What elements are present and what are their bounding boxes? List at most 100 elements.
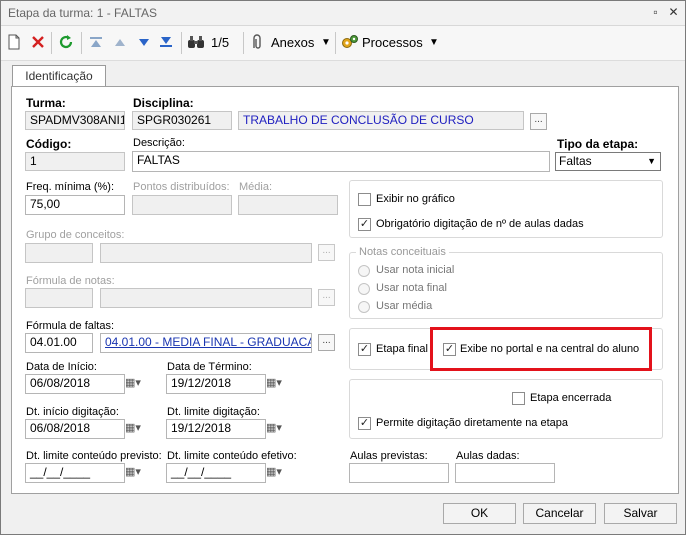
usar-media-label: Usar média [376,300,433,312]
toolbar-separator [335,32,336,54]
descricao-label: Descrição: [133,137,185,149]
permite-digitacao-checkbox[interactable]: ✓ [358,417,371,430]
permite-digitacao-label: Permite digitação diretamente na etapa [376,417,569,429]
etapa-final-label: Etapa final [376,343,428,355]
anexos-menu-button[interactable]: Anexos [271,34,314,52]
toolbar-separator [81,32,82,54]
record-counter: 1/5 [211,35,230,50]
highlight-box [430,327,652,371]
tipo-etapa-value: Faltas [559,154,592,168]
grupo-conceitos-name-field[interactable] [100,243,312,263]
tipo-etapa-label: Tipo da etapa: [557,137,639,151]
data-inicio-input[interactable]: 06/08/2018 [25,374,125,394]
dt-limite-efetivo-label: Dt. limite conteúdo efetivo: [167,450,297,462]
chevron-down-icon[interactable]: ▼ [321,34,331,52]
media-label: Média: [239,181,273,193]
notas-conceituais-legend: Notas conceituais [356,246,449,258]
first-record-icon[interactable] [89,34,103,52]
title-bar: Etapa da turma: 1 - FALTAS ▫ ✕ [1,1,685,26]
formula-faltas-code-input[interactable]: 04.01.00 [25,333,93,353]
grupo-conceitos-lookup-button[interactable]: ... [318,244,335,261]
turma-label: Turma: [26,96,66,110]
dt-limite-previsto-label: Dt. limite conteúdo previsto: [26,450,162,462]
disciplina-lookup-button[interactable]: ... [530,113,547,130]
tab-identificacao[interactable]: Identificação [12,65,106,88]
refresh-icon[interactable] [58,34,74,52]
usar-nota-inicial-radio[interactable] [358,265,370,277]
turma-field[interactable]: SPADMV308ANI1 [25,111,125,130]
disciplina-label: Disciplina: [133,96,194,110]
calendar-icon[interactable]: ▦▾ [125,375,153,392]
codigo-field[interactable]: 1 [25,152,125,171]
toolbar: 1/5 Anexos ▼ Processos ▼ [1,26,685,61]
last-record-icon[interactable] [159,34,173,52]
toolbar-separator [51,32,52,54]
disciplina-code-field[interactable]: SPGR030261 [132,111,232,130]
data-termino-input[interactable]: 19/12/2018 [166,374,266,394]
delete-icon[interactable] [31,34,45,52]
data-inicio-label: Data de Início: [26,361,97,373]
calendar-icon[interactable]: ▦▾ [266,464,294,481]
obrigatorio-checkbox[interactable]: ✓ [358,218,371,231]
grupo-conceitos-code-field[interactable] [25,243,93,263]
dt-limite-previsto-input[interactable]: __/__/____ [25,463,125,483]
tab-bar: Identificação [1,61,685,88]
next-record-icon[interactable] [137,34,151,52]
grafico-options-group: Exibir no gráfico ✓ Obrigatório digitaçã… [349,180,663,238]
cancel-button[interactable]: Cancelar [523,503,596,524]
formula-notas-code-field[interactable] [25,288,93,308]
window-title: Etapa da turma: 1 - FALTAS [8,6,157,20]
close-icon[interactable]: ✕ [666,5,681,20]
attachment-icon[interactable] [250,34,264,52]
freq-minima-input[interactable]: 75,00 [25,195,125,215]
aulas-previstas-label: Aulas previstas: [350,450,428,462]
descricao-input[interactable]: FALTAS [132,151,550,172]
calendar-icon[interactable]: ▦▾ [125,464,153,481]
exibir-grafico-checkbox[interactable] [358,193,371,206]
etapa-encerrada-label: Etapa encerrada [530,392,612,404]
exibir-grafico-label: Exibir no gráfico [376,193,455,205]
aulas-dadas-label: Aulas dadas: [456,450,520,462]
calendar-icon[interactable]: ▦▾ [266,420,294,437]
save-button[interactable]: Salvar [604,503,677,524]
dt-inicio-digitacao-input[interactable]: 06/08/2018 [25,419,125,439]
calendar-icon[interactable]: ▦▾ [266,375,294,392]
aulas-dadas-input[interactable] [455,463,555,483]
processos-menu-button[interactable]: Processos [362,34,423,52]
formula-faltas-lookup-button[interactable]: ... [318,334,335,351]
previous-record-icon[interactable] [113,34,127,52]
grupo-conceitos-label: Grupo de conceitos: [26,229,125,241]
disciplina-name-field[interactable]: TRABALHO DE CONCLUSÃO DE CURSO [238,111,524,130]
usar-nota-inicial-label: Usar nota inicial [376,264,455,276]
aulas-previstas-input[interactable] [349,463,449,483]
dt-limite-efetivo-input[interactable]: __/__/____ [166,463,266,483]
formula-notas-lookup-button[interactable]: ... [318,289,335,306]
pontos-distribuidos-field[interactable] [132,195,232,215]
gears-icon[interactable] [341,34,359,52]
pontos-distribuidos-label: Pontos distribuídos: [133,181,230,193]
chevron-down-icon: ▼ [647,156,656,166]
ok-button[interactable]: OK [443,503,516,524]
etapa-final-checkbox[interactable]: ✓ [358,343,371,356]
codigo-label: Código: [26,137,72,151]
dt-limite-digitacao-input[interactable]: 19/12/2018 [166,419,266,439]
tipo-etapa-select[interactable]: Faltas ▼ [555,152,661,171]
usar-nota-final-label: Usar nota final [376,282,447,294]
etapa-encerrada-group: Etapa encerrada ✓ Permite digitação dire… [349,379,663,439]
toolbar-separator [243,32,244,54]
usar-nota-final-radio[interactable] [358,283,370,295]
chevron-down-icon[interactable]: ▼ [429,34,439,52]
data-termino-label: Data de Término: [167,361,252,373]
calendar-icon[interactable]: ▦▾ [125,420,153,437]
formula-notas-name-field[interactable] [100,288,312,308]
formula-faltas-label: Fórmula de faltas: [26,320,115,332]
new-record-icon[interactable] [7,34,21,52]
dt-inicio-digitacao-label: Dt. início digitação: [26,406,119,418]
usar-media-radio[interactable] [358,301,370,313]
identificacao-panel: Turma: SPADMV308ANI1 Disciplina: SPGR030… [11,86,679,494]
media-field[interactable] [238,195,338,215]
binoculars-icon[interactable] [187,34,205,52]
formula-faltas-link[interactable]: 04.01.00 - MEDIA FINAL - GRADUACAO (S [100,333,312,353]
restore-icon[interactable]: ▫ [648,5,663,20]
etapa-encerrada-checkbox[interactable] [512,392,525,405]
